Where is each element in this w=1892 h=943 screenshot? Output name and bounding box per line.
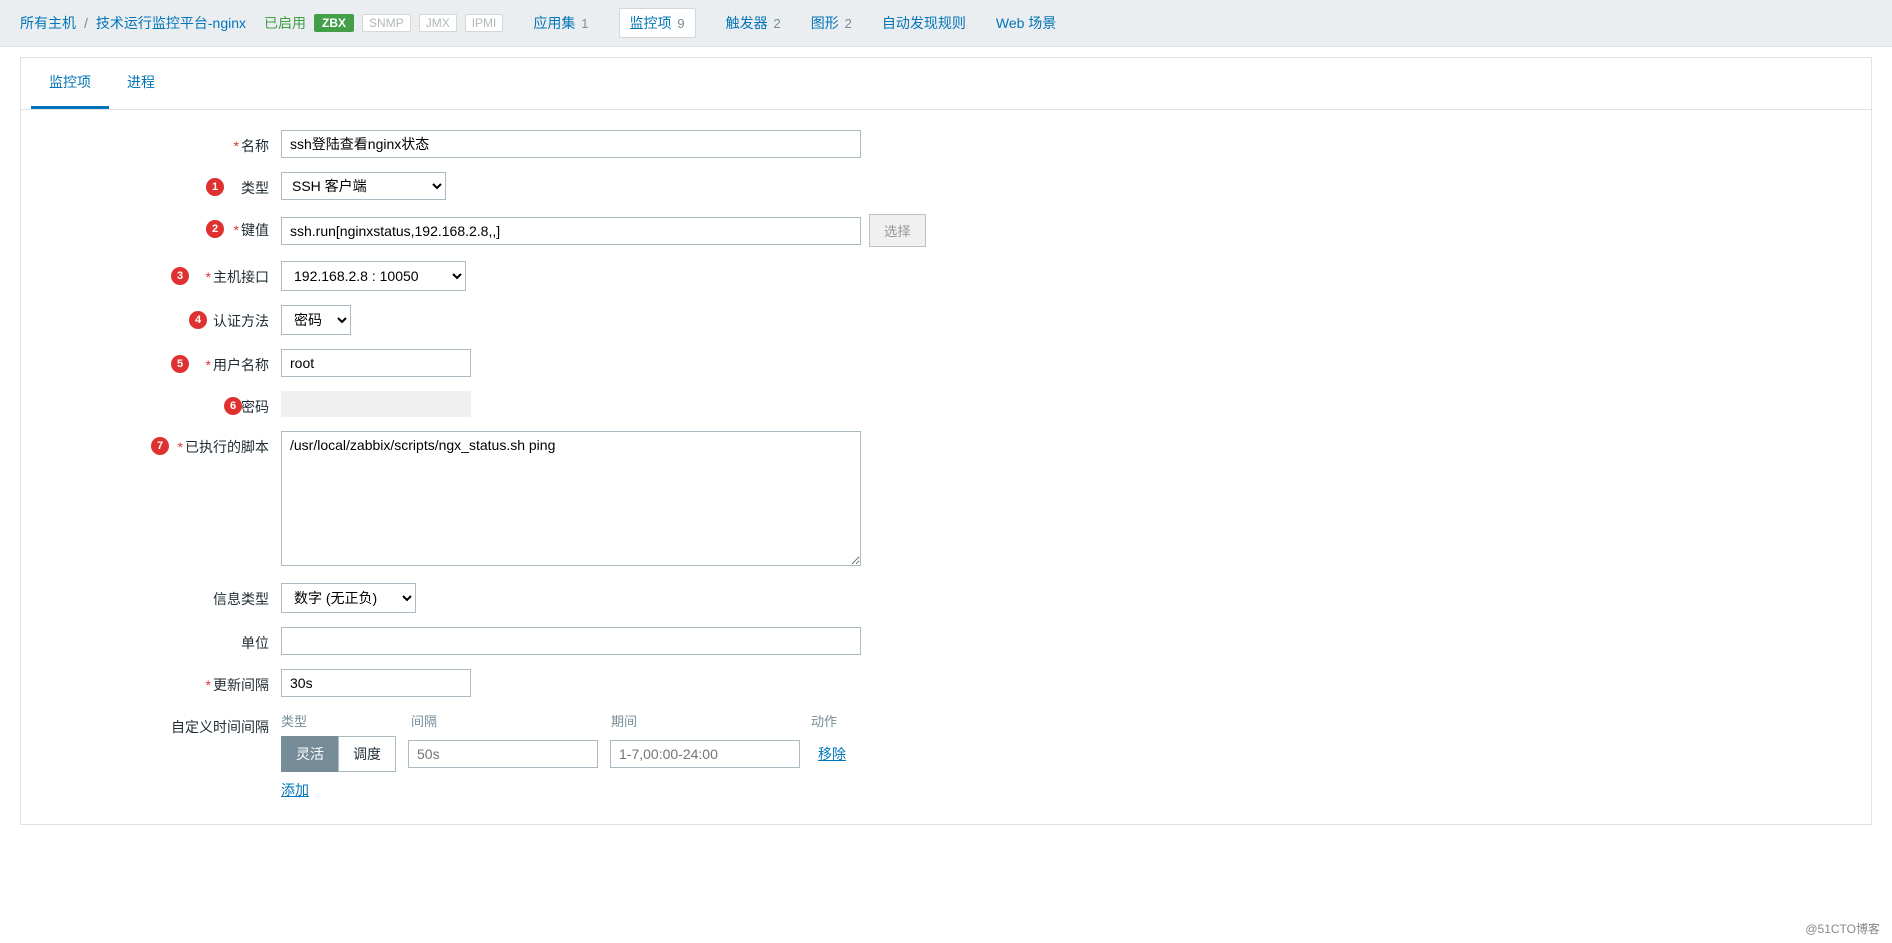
input-interval-delay[interactable] bbox=[408, 740, 598, 768]
label-auth-method: 认证方法 bbox=[51, 305, 281, 331]
select-type[interactable]: SSH 客户端 bbox=[281, 172, 446, 200]
bullet-1: 1 bbox=[206, 178, 224, 196]
status-enabled: 已启用 bbox=[264, 13, 306, 33]
row-custom-intervals: 自定义时间间隔 类型 间隔 期间 动作 灵活 调度 bbox=[51, 711, 1841, 800]
row-name: *名称 bbox=[51, 130, 1841, 158]
label-custom-intervals: 自定义时间间隔 bbox=[51, 711, 281, 737]
topnav-web[interactable]: Web 场景 bbox=[996, 13, 1056, 33]
interval-header-type: 类型 bbox=[281, 711, 411, 730]
topnav-triggers[interactable]: 触发器 2 bbox=[726, 13, 781, 33]
footer-watermark: @51CTO博客 bbox=[1805, 920, 1880, 937]
input-name[interactable] bbox=[281, 130, 861, 158]
row-host-interface: 3 *主机接口 192.168.2.8 : 10050 bbox=[51, 261, 1841, 291]
topnav-apps[interactable]: 应用集 1 bbox=[533, 13, 588, 33]
input-username[interactable] bbox=[281, 349, 471, 377]
label-units: 单位 bbox=[51, 627, 281, 653]
badge-zbx: ZBX bbox=[314, 14, 354, 32]
row-units: 单位 bbox=[51, 627, 1841, 655]
tab-item[interactable]: 监控项 bbox=[31, 58, 109, 109]
bullet-7: 7 bbox=[151, 437, 169, 455]
select-host-interface[interactable]: 192.168.2.8 : 10050 bbox=[281, 261, 466, 291]
label-info-type: 信息类型 bbox=[51, 583, 281, 609]
button-select-key[interactable]: 选择 bbox=[869, 214, 926, 247]
topnav-discovery[interactable]: 自动发现规则 bbox=[882, 13, 966, 33]
bullet-2: 2 bbox=[206, 220, 224, 238]
row-password: 6 密码 bbox=[51, 391, 1841, 417]
bullet-5: 5 bbox=[171, 355, 189, 373]
label-host-interface: *主机接口 bbox=[51, 261, 281, 287]
select-info-type[interactable]: 数字 (无正负) bbox=[281, 583, 416, 613]
tab-process[interactable]: 进程 bbox=[109, 58, 173, 109]
interval-header-interval: 间隔 bbox=[411, 711, 611, 730]
form-body: *名称 1 类型 SSH 客户端 2 *键值 选择 3 *主机接口 192.16… bbox=[21, 110, 1871, 824]
interval-header: 类型 间隔 期间 动作 bbox=[281, 711, 846, 736]
breadcrumb-sep: / bbox=[84, 15, 88, 31]
top-bar: 所有主机 / 技术运行监控平台-nginx 已启用 ZBX SNMP JMX I… bbox=[0, 0, 1892, 47]
label-update-interval: *更新间隔 bbox=[51, 669, 281, 695]
select-auth-method[interactable]: 密码 bbox=[281, 305, 351, 335]
label-key: *键值 bbox=[51, 214, 281, 240]
row-info-type: 信息类型 数字 (无正负) bbox=[51, 583, 1841, 613]
row-username: 5 *用户名称 bbox=[51, 349, 1841, 377]
badge-jmx: JMX bbox=[419, 14, 457, 32]
topnav-items[interactable]: 监控项 9 bbox=[619, 8, 696, 38]
interval-header-action: 动作 bbox=[811, 711, 837, 730]
textarea-script[interactable]: /usr/local/zabbix/scripts/ngx_status.sh … bbox=[281, 431, 861, 566]
label-username: *用户名称 bbox=[51, 349, 281, 375]
input-units[interactable] bbox=[281, 627, 861, 655]
breadcrumb-host[interactable]: 技术运行监控平台-nginx bbox=[96, 13, 246, 33]
form-panel: 监控项 进程 *名称 1 类型 SSH 客户端 2 *键值 选择 3 *主机接口… bbox=[20, 57, 1872, 825]
input-key[interactable] bbox=[281, 217, 861, 245]
row-script: 7 *已执行的脚本 /usr/local/zabbix/scripts/ngx_… bbox=[51, 431, 1841, 569]
bullet-4: 4 bbox=[189, 311, 207, 329]
row-auth-method: 4 认证方法 密码 bbox=[51, 305, 1841, 335]
badge-snmp: SNMP bbox=[362, 14, 411, 32]
bullet-3: 3 bbox=[171, 267, 189, 285]
badge-ipmi: IPMI bbox=[465, 14, 504, 32]
breadcrumb-all-hosts[interactable]: 所有主机 bbox=[20, 13, 76, 33]
tabs: 监控项 进程 bbox=[21, 58, 1871, 110]
link-add-interval[interactable]: 添加 bbox=[281, 780, 309, 800]
interval-header-period: 期间 bbox=[611, 711, 811, 730]
topnav-graphs[interactable]: 图形 2 bbox=[811, 13, 852, 33]
label-name: *名称 bbox=[51, 130, 281, 156]
link-remove-interval[interactable]: 移除 bbox=[818, 744, 846, 764]
interval-row: 灵活 调度 移除 bbox=[281, 736, 846, 772]
toggle-flexible[interactable]: 灵活 bbox=[281, 736, 338, 772]
row-key: 2 *键值 选择 bbox=[51, 214, 1841, 247]
bullet-6: 6 bbox=[224, 397, 242, 415]
row-type: 1 类型 SSH 客户端 bbox=[51, 172, 1841, 200]
label-password: 密码 bbox=[51, 391, 281, 417]
input-interval-period[interactable] bbox=[610, 740, 800, 768]
input-password[interactable] bbox=[281, 391, 471, 417]
label-type: 类型 bbox=[51, 172, 281, 198]
toggle-scheduling[interactable]: 调度 bbox=[338, 736, 396, 772]
interval-type-toggle: 灵活 调度 bbox=[281, 736, 396, 772]
row-update-interval: *更新间隔 bbox=[51, 669, 1841, 697]
input-update-interval[interactable] bbox=[281, 669, 471, 697]
